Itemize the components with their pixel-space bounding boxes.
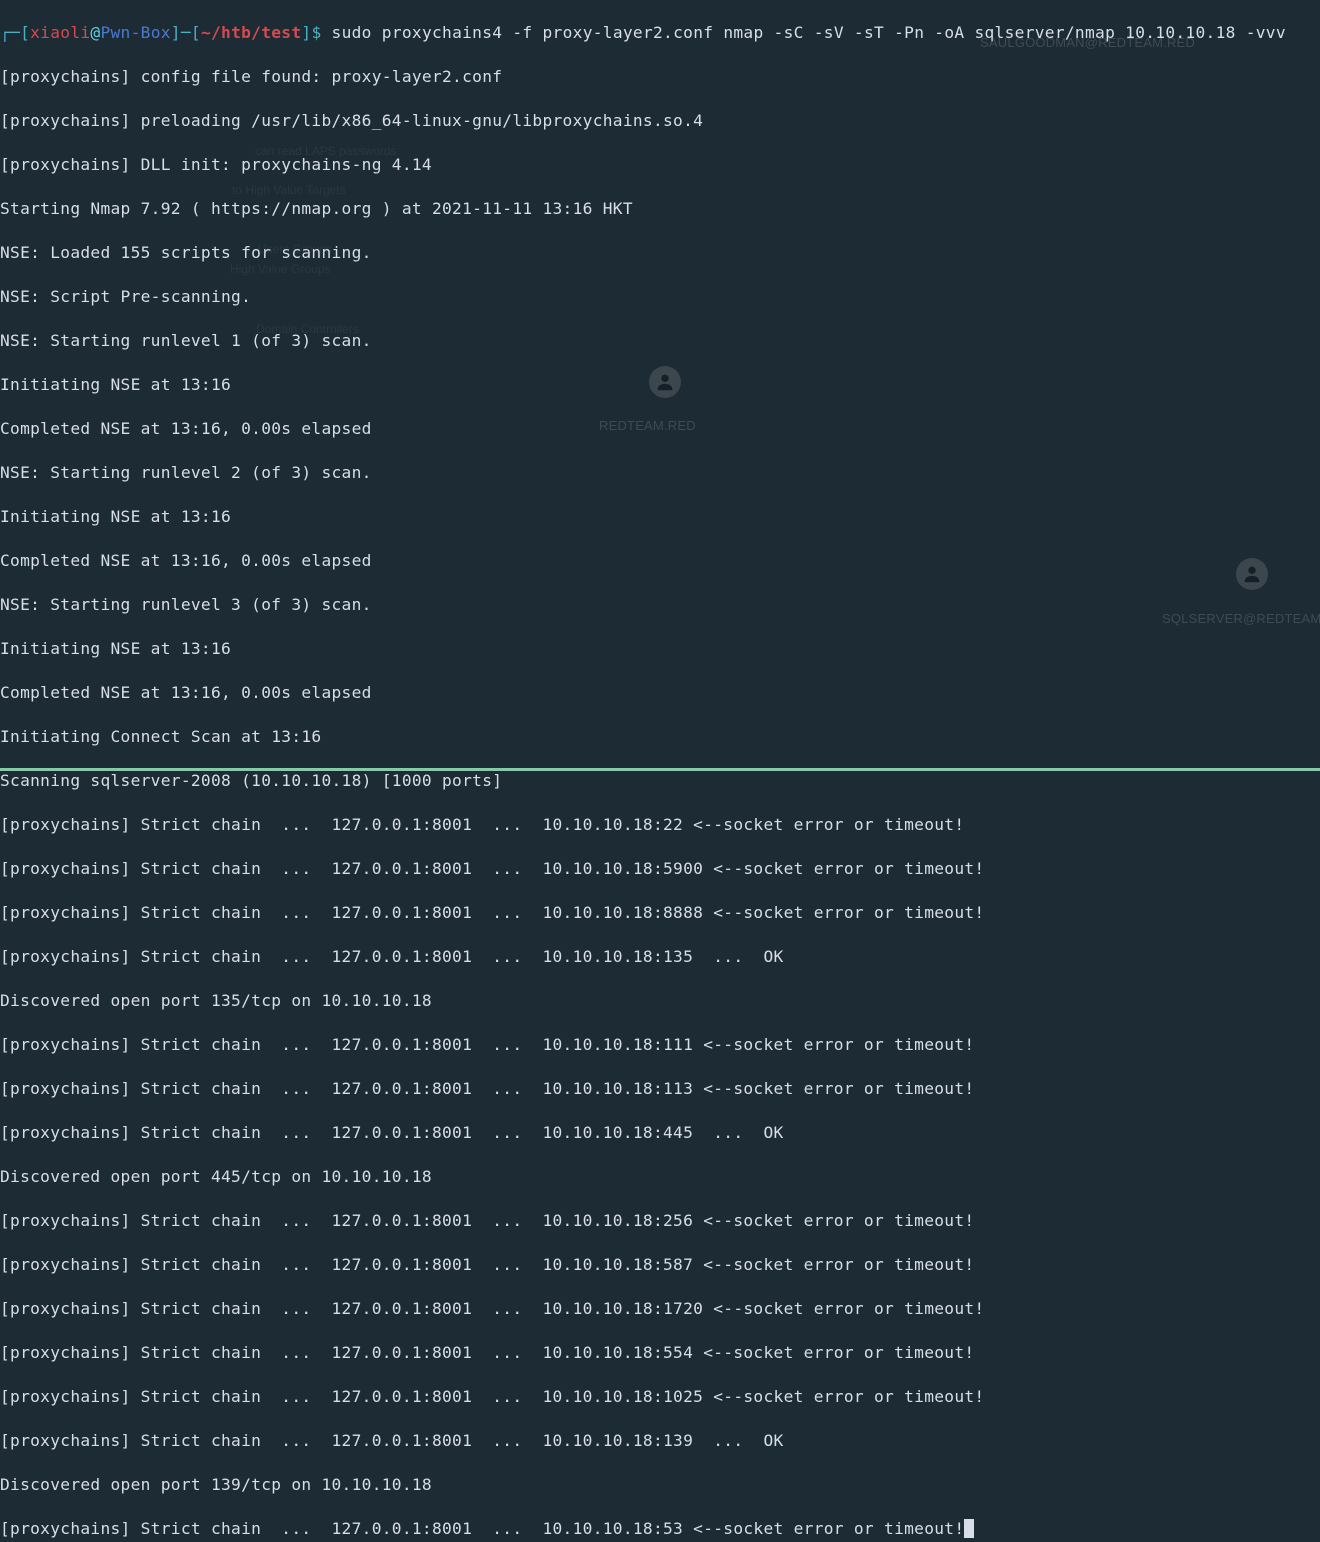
output-line: NSE: Starting runlevel 1 (of 3) scan. [0,330,1320,352]
output-line: [proxychains] preloading /usr/lib/x86_64… [0,110,1320,132]
output-line: [proxychains] config file found: proxy-l… [0,66,1320,88]
prompt-line: ┌─[xiaoli@Pwn-Box]─[~/htb/test]$ sudo pr… [0,22,1320,44]
output-line: Completed NSE at 13:16, 0.00s elapsed [0,550,1320,572]
output-line: NSE: Starting runlevel 2 (of 3) scan. [0,462,1320,484]
prompt-host: Pwn-Box [100,23,170,42]
output-line: [proxychains] Strict chain ... 127.0.0.1… [0,1254,1320,1276]
output-line: NSE: Starting runlevel 3 (of 3) scan. [0,594,1320,616]
output-line: [proxychains] Strict chain ... 127.0.0.1… [0,946,1320,968]
output-line: Initiating NSE at 13:16 [0,506,1320,528]
output-line: [proxychains] Strict chain ... 127.0.0.1… [0,1078,1320,1100]
output-line: [proxychains] DLL init: proxychains-ng 4… [0,154,1320,176]
output-line: [proxychains] Strict chain ... 127.0.0.1… [0,858,1320,880]
output-line: Discovered open port 445/tcp on 10.10.10… [0,1166,1320,1188]
output-line: Completed NSE at 13:16, 0.00s elapsed [0,418,1320,440]
output-line: [proxychains] Strict chain ... 127.0.0.1… [0,1430,1320,1452]
prompt-bracket: ]─[ [171,23,201,42]
output-line: [proxychains] Strict chain ... 127.0.0.1… [0,814,1320,836]
output-line: Initiating NSE at 13:16 [0,374,1320,396]
output-line: Discovered open port 139/tcp on 10.10.10… [0,1474,1320,1496]
output-line: Completed NSE at 13:16, 0.00s elapsed [0,682,1320,704]
terminal[interactable]: ┌─[xiaoli@Pwn-Box]─[~/htb/test]$ sudo pr… [0,0,1320,1542]
output-line: [proxychains] Strict chain ... 127.0.0.1… [0,1034,1320,1056]
output-line: [proxychains] Strict chain ... 127.0.0.1… [0,1342,1320,1364]
output-line: Initiating Connect Scan at 13:16 [0,726,1320,748]
output-line: Discovered open port 135/tcp on 10.10.10… [0,990,1320,1012]
output-line: [proxychains] Strict chain ... 127.0.0.1… [0,1518,1320,1540]
output-line: NSE: Loaded 155 scripts for scanning. [0,242,1320,264]
cursor [964,1519,974,1538]
prompt-user: xiaoli [30,23,90,42]
prompt-at: @ [90,23,100,42]
output-line: [proxychains] Strict chain ... 127.0.0.1… [0,1386,1320,1408]
output-line: [proxychains] Strict chain ... 127.0.0.1… [0,1298,1320,1320]
command: sudo proxychains4 -f proxy-layer2.conf n… [322,23,1286,42]
prompt-cwd: ~/htb/test [201,23,301,42]
output-line: Initiating NSE at 13:16 [0,638,1320,660]
output-line: NSE: Script Pre-scanning. [0,286,1320,308]
output-line: [proxychains] Strict chain ... 127.0.0.1… [0,1210,1320,1232]
output-line: Scanning sqlserver-2008 (10.10.10.18) [1… [0,770,1320,792]
prompt-bracket: ┌─[ [0,23,30,42]
output-line: [proxychains] Strict chain ... 127.0.0.1… [0,902,1320,924]
output-line: [proxychains] Strict chain ... 127.0.0.1… [0,1122,1320,1144]
output-line: Starting Nmap 7.92 ( https://nmap.org ) … [0,198,1320,220]
prompt-bracket: ]$ [301,23,321,42]
